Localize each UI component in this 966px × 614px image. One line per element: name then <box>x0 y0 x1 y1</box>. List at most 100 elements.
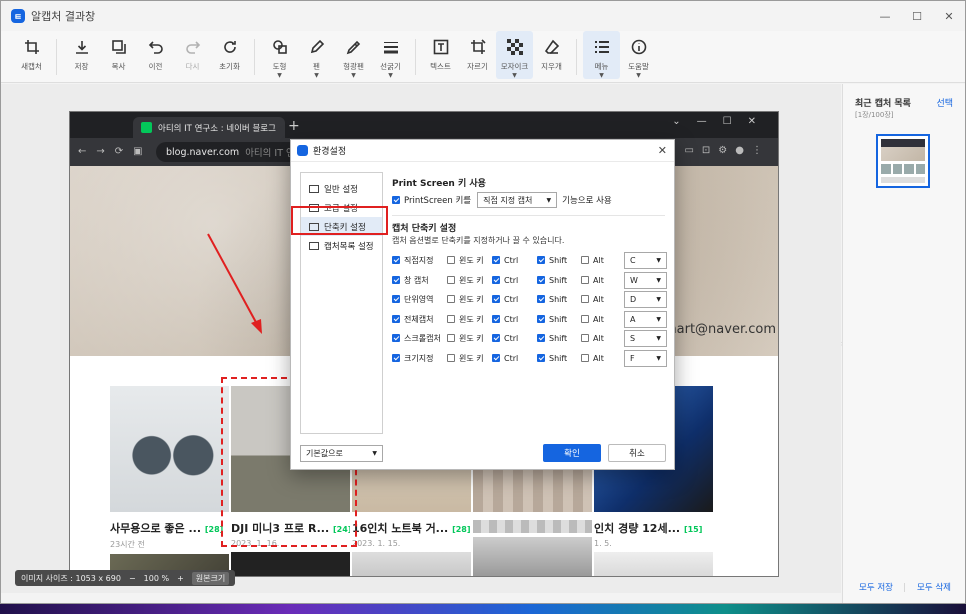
win-key-checkbox[interactable] <box>447 295 455 304</box>
highlighter-icon <box>346 40 360 55</box>
redo-label: 다시 <box>185 62 200 71</box>
ctrl-checkbox[interactable] <box>492 295 500 304</box>
undo-button[interactable]: 이전 <box>137 31 174 79</box>
reset-button[interactable]: 초기화 <box>211 31 248 79</box>
save-all-link[interactable]: 모두 저장 <box>859 581 893 593</box>
print-screen-heading: Print Screen 키 사용 <box>392 179 486 189</box>
nav-capture-list-settings[interactable]: 캡처목록 설정 <box>301 236 382 255</box>
eraser-button[interactable]: 지우개 <box>533 31 570 79</box>
alt-checkbox[interactable] <box>581 314 589 323</box>
shift-checkbox[interactable] <box>537 295 545 304</box>
menu-button[interactable]: 메뉴 ▼ <box>583 31 620 79</box>
capture-enabled-checkbox[interactable] <box>392 275 400 284</box>
close-button[interactable]: ✕ <box>933 1 965 31</box>
new-capture-label: 새캡처 <box>21 62 42 71</box>
nav-advanced-settings[interactable]: 고급 설정 <box>301 198 382 217</box>
alt-checkbox[interactable] <box>581 256 589 265</box>
alt-checkbox[interactable] <box>581 295 589 304</box>
alt-checkbox[interactable] <box>581 353 589 362</box>
shape-icon <box>272 40 287 54</box>
post-thumbnail <box>352 552 471 576</box>
chevron-down-icon: ▼ <box>656 335 661 342</box>
dialog-title: 환경설정 <box>313 147 347 157</box>
capture-thumbnail[interactable] <box>876 134 930 188</box>
alt-checkbox[interactable] <box>581 275 589 284</box>
key-select[interactable]: W ▼ <box>624 271 667 289</box>
minimize-button[interactable]: — <box>869 1 901 31</box>
capture-count: [1장/100장] <box>855 111 894 119</box>
reset-label: 초기화 <box>219 62 240 71</box>
capture-enabled-checkbox[interactable] <box>392 353 400 362</box>
capture-enabled-checkbox[interactable] <box>392 334 400 343</box>
original-size-button[interactable]: 원본크기 <box>191 571 230 585</box>
shape-button[interactable]: 도형 ▼ <box>261 31 298 79</box>
help-button[interactable]: 도움말 ▼ <box>620 31 657 79</box>
crop-capture-icon <box>24 40 39 54</box>
ctrl-checkbox[interactable] <box>492 314 500 323</box>
alt-checkbox[interactable] <box>581 334 589 343</box>
key-select[interactable]: F ▼ <box>624 349 667 367</box>
post-title-blurred <box>473 520 592 533</box>
ctrl-checkbox[interactable] <box>492 353 500 362</box>
print-screen-mode-select[interactable]: 직접 지정 캡처 ▼ <box>477 192 558 208</box>
shift-checkbox[interactable] <box>537 275 545 284</box>
zoom-in-button[interactable]: + <box>177 574 184 583</box>
redo-button[interactable]: 다시 <box>174 31 211 79</box>
capture-enabled-checkbox[interactable] <box>392 256 400 265</box>
maximize-button[interactable]: ☐ <box>901 1 933 31</box>
print-screen-label: PrintScreen 키를 <box>404 196 472 206</box>
mosaic-button[interactable]: 모자이크 ▼ <box>496 31 533 79</box>
copy-button[interactable]: 복사 <box>100 31 137 79</box>
zoom-out-button[interactable]: − <box>129 574 136 583</box>
delete-all-link[interactable]: 모두 삭제 <box>917 581 951 593</box>
win-key-checkbox[interactable] <box>447 256 455 265</box>
dialog-close-button[interactable]: ✕ <box>658 144 667 157</box>
chevron-down-icon: ▼ <box>512 72 517 79</box>
capture-enabled-checkbox[interactable] <box>392 314 400 323</box>
crop-icon <box>309 184 319 193</box>
print-screen-checkbox[interactable] <box>392 196 400 204</box>
key-select[interactable]: A ▼ <box>624 310 667 328</box>
ctrl-checkbox[interactable] <box>492 334 500 343</box>
toolbar-divider <box>576 39 577 75</box>
ctrl-checkbox[interactable] <box>492 256 500 265</box>
key-select[interactable]: C ▼ <box>624 252 667 269</box>
save-button[interactable]: 저장 <box>63 31 100 79</box>
nav-shortcut-settings[interactable]: 단축키 설정 <box>301 217 382 236</box>
post-thumbnail <box>110 386 229 512</box>
win-key-checkbox[interactable] <box>447 275 455 284</box>
shape-label: 도형 <box>272 62 287 71</box>
win-key-checkbox[interactable] <box>447 353 455 362</box>
shift-checkbox[interactable] <box>537 353 545 362</box>
crop-button[interactable]: 자르기 <box>459 31 496 79</box>
ctrl-checkbox[interactable] <box>492 275 500 284</box>
chevron-down-icon: ▼ <box>599 72 604 79</box>
pen-button[interactable]: 펜 ▼ <box>298 31 335 79</box>
browser-tab-strip: 아티의 IT 연구소 : 네이버 블로그 + ⌄—☐✕ <box>70 112 778 138</box>
text-button[interactable]: 텍스트 <box>422 31 459 79</box>
shift-checkbox[interactable] <box>537 334 545 343</box>
select-link[interactable]: 선택 <box>936 96 953 109</box>
win-key-checkbox[interactable] <box>447 314 455 323</box>
print-screen-row: PrintScreen 키를 직접 지정 캡처 ▼ 기능으로 사용 <box>392 192 612 208</box>
ok-button[interactable]: 확인 <box>543 444 601 462</box>
print-screen-suffix: 기능으로 사용 <box>562 196 612 206</box>
post-thumbnail <box>594 552 713 576</box>
chevron-down-icon: ▼ <box>351 72 356 79</box>
cancel-button[interactable]: 취소 <box>608 444 666 462</box>
post-card[interactable]: 사무용으로 좋은 ... [28] 23시간 전 <box>110 386 229 576</box>
key-select[interactable]: S ▼ <box>624 330 667 347</box>
text-icon <box>433 39 448 55</box>
line-width-button[interactable]: 선굵기 ▼ <box>372 31 409 79</box>
win-key-checkbox[interactable] <box>447 334 455 343</box>
restore-defaults-select[interactable]: 기본값으로 ▼ <box>300 445 383 462</box>
shift-checkbox[interactable] <box>537 314 545 323</box>
shift-checkbox[interactable] <box>537 256 545 265</box>
key-select[interactable]: D ▼ <box>624 291 667 308</box>
browser-window-controls-icon: ⌄—☐✕ <box>672 116 772 127</box>
capture-enabled-checkbox[interactable] <box>392 295 400 304</box>
line-width-label: 선굵기 <box>380 62 401 71</box>
nav-general-settings[interactable]: 일반 설정 <box>301 179 382 198</box>
highlighter-button[interactable]: 형광펜 ▼ <box>335 31 372 79</box>
new-capture-button[interactable]: 새캡처 <box>13 31 50 79</box>
